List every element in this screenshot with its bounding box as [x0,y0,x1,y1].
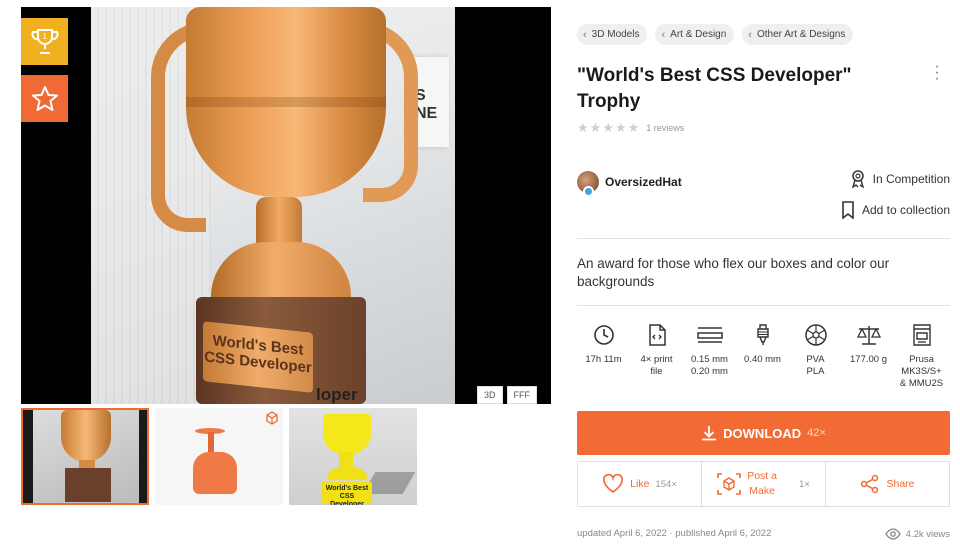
heart-icon [603,474,624,494]
featured-badge[interactable] [21,75,68,122]
bookmark-icon [842,201,854,219]
page-title: "World's Best CSS Developer" Trophy [577,65,852,112]
thumbnail-slicer-render[interactable]: World's Best CSS Developer [289,408,417,505]
like-count: 154× [655,478,677,490]
add-to-collection-button[interactable]: Add to collection [841,201,950,219]
action-bar: Like 154× Post a Make 1× Share [577,461,950,507]
star-icon [31,85,58,111]
breadcrumb-other-art[interactable]: ‹ Other Art & Designs [742,24,854,45]
download-icon [702,426,717,441]
post-a-make-button[interactable]: Post a Make 1× [702,462,826,506]
photo-text-fragment: loper [316,385,358,404]
model-description: An award for those who flex our boxes an… [577,256,890,289]
trophy-plate: World's Best CSS Developer [203,321,313,393]
updated-date: updated April 6, 2022 [577,528,667,539]
chevron-left-icon: ‹ [748,28,752,41]
spec-nozzle: 0.40 mm [736,322,789,390]
printer-icon [912,324,931,346]
breadcrumb-art-design[interactable]: ‹ Art & Design [655,24,735,45]
review-count: 1 reviews [646,123,685,133]
print-specs: 17h 11m 4× print file 0.15 mm 0.20 mm 0.… [577,322,950,390]
trophy-cup [186,7,386,197]
tag-3d[interactable]: 3D [476,386,503,404]
model-meta: updated April 6, 2022 · published April … [577,528,950,540]
spec-weight: 177.00 g [842,322,895,390]
author-name: OversizedHat [605,175,682,189]
file-icon [648,324,666,346]
divider [577,305,950,306]
thumbnail-part-render[interactable] [155,408,283,505]
star-icon: ★ [602,120,614,135]
like-button[interactable]: Like 154× [578,462,702,506]
spec-layer-height: 0.15 mm 0.20 mm [683,322,736,390]
published-date: published April 6, 2022 [675,528,772,539]
breadcrumb-3d-models[interactable]: ‹ 3D Models [577,24,648,45]
star-icon: ★ [627,120,640,135]
breadcrumb: ‹ 3D Models ‹ Art & Design ‹ Other Art & De… [577,24,854,45]
eye-icon [884,528,901,540]
spec-printer: Prusa MK3S/S+ & MMU2S [895,322,948,390]
spec-material: PVA PLA [789,322,842,390]
clock-icon [593,325,614,345]
award-ribbon-icon [851,170,864,188]
star-icon: ★ [589,120,602,135]
view-count: 4.2k views [884,528,950,540]
thumbnail-photo[interactable] [21,408,149,505]
verified-icon [583,186,594,197]
nozzle-icon [756,324,769,345]
main-photo: S NE World's Best CSS Developer loper [91,7,455,404]
tag-fff[interactable]: FFF [506,386,537,404]
download-count: 42× [807,427,826,439]
make-count: 1× [798,478,810,490]
3d-model-icon [266,411,278,425]
svg-text:1: 1 [42,32,47,41]
model-details-panel: ‹ 3D Models ‹ Art & Design ‹ Other Art & De… [577,0,950,554]
main-gallery-viewer[interactable]: SNE World's Best CSS Developer loper 1 [21,7,551,404]
thumbnail-strip: World's Best CSS Developer [21,408,417,505]
share-icon [861,474,879,494]
chevron-left-icon: ‹ [661,28,666,41]
model-page: SNE World's Best CSS Developer loper 1 [0,0,960,554]
spec-print-files: 4× print file [630,322,683,390]
rating[interactable]: ★ ★ ★ ★ ★ 1 reviews [577,120,684,136]
more-options-icon[interactable]: · · · [934,59,940,87]
layer-height-icon [696,327,723,343]
chevron-left-icon: ‹ [583,28,587,41]
divider [577,238,950,239]
author[interactable]: OversizedHat [577,171,682,197]
viewer-mode-tags: 3D FFF [476,386,537,404]
star-icon: ★ [577,120,589,135]
trophy-icon: 1 [31,28,58,54]
avatar [577,171,599,197]
download-button[interactable]: DOWNLOAD 42× [577,411,950,455]
in-competition-link[interactable]: In Competition [850,170,950,188]
contest-badge[interactable]: 1 [21,18,68,65]
make-cube-icon [717,473,741,495]
spec-print-time: 17h 11m [577,322,630,390]
share-button[interactable]: Share [826,462,949,506]
star-icon: ★ [614,120,627,135]
weight-scale-icon [856,326,881,345]
filament-spool-icon [804,324,827,346]
